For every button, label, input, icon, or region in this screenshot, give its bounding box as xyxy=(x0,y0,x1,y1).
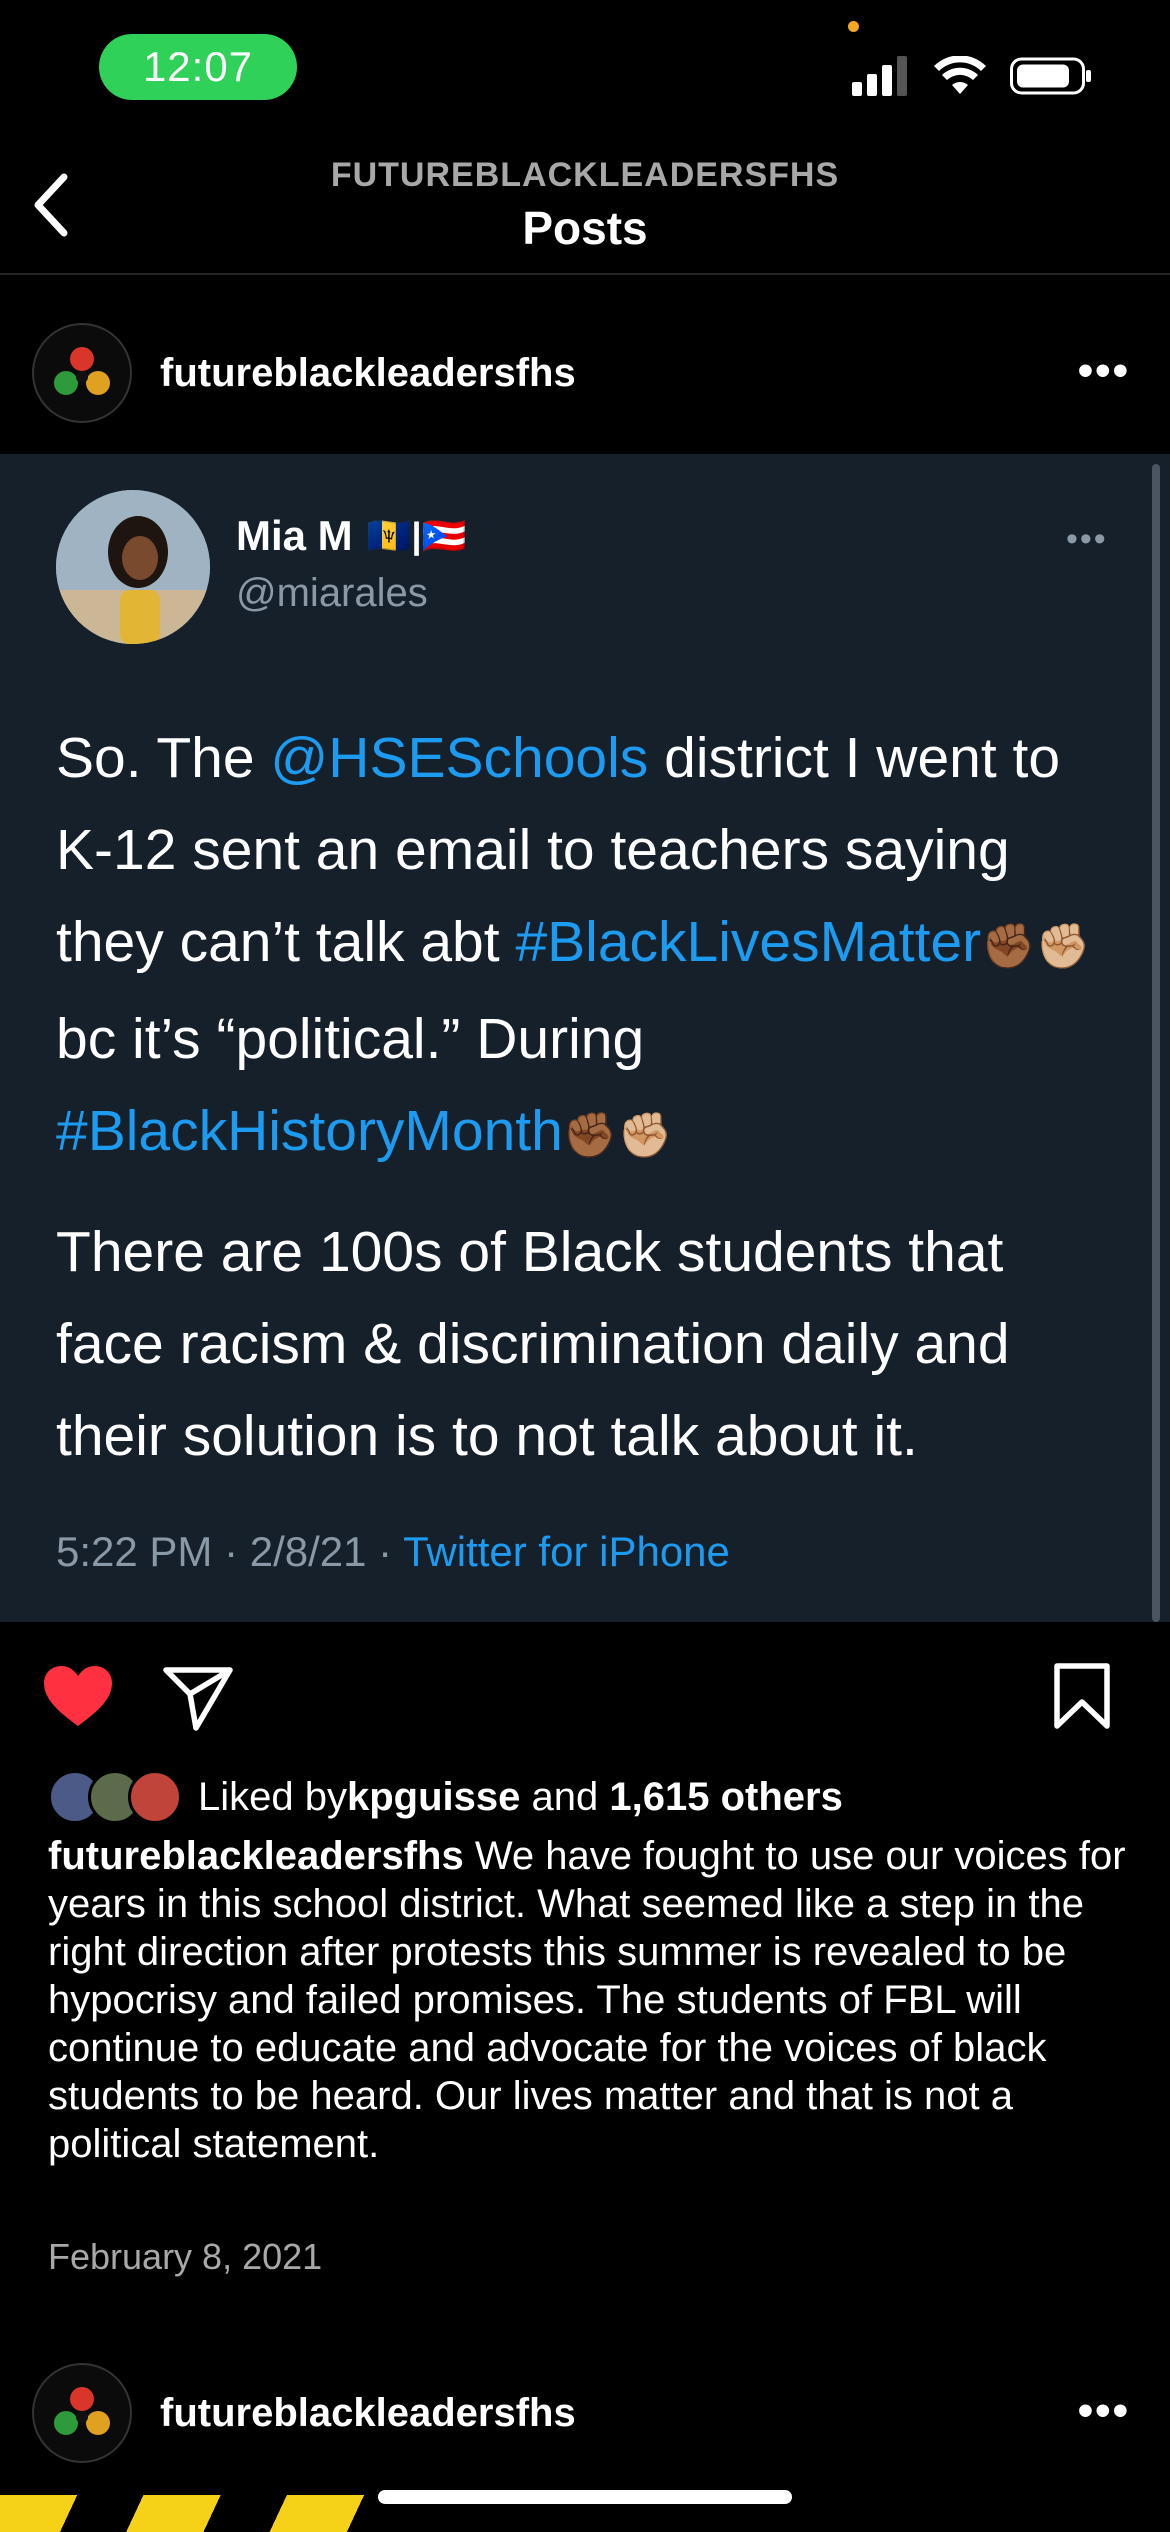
hands-logo-icon xyxy=(54,2387,110,2435)
tweet-text-run: So. The xyxy=(56,726,271,790)
likes-mid: and xyxy=(520,1774,610,1819)
tweet-hashtag: #BlackHistoryMonth xyxy=(56,1099,563,1163)
paper-plane-icon xyxy=(163,1667,233,1731)
post-username[interactable]: futureblackleadersfhs xyxy=(160,2391,576,2436)
tweet-author-avatar xyxy=(56,490,210,644)
status-time: 12:07 xyxy=(99,34,297,100)
tweet-text: So. The @HSESchools district I went to K… xyxy=(56,712,1126,1506)
heart-icon xyxy=(44,1666,112,1726)
scrollbar xyxy=(1152,464,1160,1622)
mic-indicator xyxy=(848,21,859,32)
post-actions xyxy=(0,1660,1170,1740)
tweet-source: Twitter for iPhone xyxy=(403,1528,730,1575)
bookmark-icon xyxy=(1054,1663,1110,1729)
tweet-paragraph-2: There are 100s of Black students that fa… xyxy=(56,1220,1010,1468)
caption-username[interactable]: futureblackleadersfhs xyxy=(48,1834,464,1878)
nav-title: FUTUREBLACKLEADERSFHS Posts xyxy=(0,156,1170,255)
tweet-text-run: bc it’s “political.” During xyxy=(56,1007,645,1071)
post-caption: futureblackleadersfhs We have fought to … xyxy=(48,1832,1128,2168)
like-button[interactable] xyxy=(42,1664,114,1733)
fist-emoji: ✊🏾✊🏼 xyxy=(981,922,1091,971)
account-avatar[interactable] xyxy=(32,323,132,423)
battery-icon xyxy=(1010,57,1091,95)
tweet-mention: @HSESchools xyxy=(270,726,649,790)
post-username[interactable]: futureblackleadersfhs xyxy=(160,351,576,396)
next-post-image-preview[interactable] xyxy=(0,2495,380,2532)
more-options-button[interactable]: ••• xyxy=(1078,2386,1130,2436)
tweet-name-text: Mia M xyxy=(236,512,353,559)
wifi-icon xyxy=(934,56,986,94)
home-indicator[interactable] xyxy=(378,2490,792,2504)
page-title: Posts xyxy=(522,202,648,254)
tweet-hashtag: #BlackLivesMatter xyxy=(515,910,982,974)
tweet-paragraph-1: So. The @HSESchools district I went to K… xyxy=(56,712,1126,1182)
signal-icon xyxy=(852,56,907,96)
likes-prefix: Liked by xyxy=(198,1774,347,1819)
account-avatar[interactable] xyxy=(32,2363,132,2463)
more-options-button[interactable]: ••• xyxy=(1078,346,1130,396)
nav-account-name: FUTUREBLACKLEADERSFHS xyxy=(330,156,840,194)
tweet-meta: 5:22 PM · 2/8/21 · Twitter for iPhone xyxy=(56,1528,730,1576)
save-button[interactable] xyxy=(1052,1662,1112,1735)
tweet-timestamp: 5:22 PM · 2/8/21 · xyxy=(56,1528,404,1575)
post-date: February 8, 2021 xyxy=(48,2236,323,2277)
fist-emoji: ✊🏾✊🏼 xyxy=(562,1111,673,1160)
likes-count[interactable]: 1,615 others xyxy=(609,1775,842,1820)
liker-username[interactable]: kpguisse xyxy=(347,1775,520,1820)
profile-photo xyxy=(56,490,210,644)
tweet-flags: 🇧🇧|🇵🇷 xyxy=(366,515,467,556)
caption-text: We have fought to use our voices for yea… xyxy=(48,1834,1126,2166)
next-post-header: futureblackleadersfhs ••• xyxy=(0,2346,1170,2480)
post-header: futureblackleadersfhs ••• xyxy=(0,306,1170,440)
divider xyxy=(0,273,1170,275)
share-button[interactable] xyxy=(162,1664,234,1737)
tweet-author-handle: @miarales xyxy=(236,571,428,615)
tweet-more-icon: ••• xyxy=(1066,520,1108,558)
likes-summary[interactable]: Liked by kpguisse and 1,615 others xyxy=(48,1770,843,1824)
avatar xyxy=(128,1770,182,1824)
hands-logo-icon xyxy=(54,347,110,395)
tweet-author-name: Mia M 🇧🇧|🇵🇷 xyxy=(236,512,466,560)
liker-avatars xyxy=(48,1770,182,1824)
status-icons xyxy=(852,52,1092,100)
